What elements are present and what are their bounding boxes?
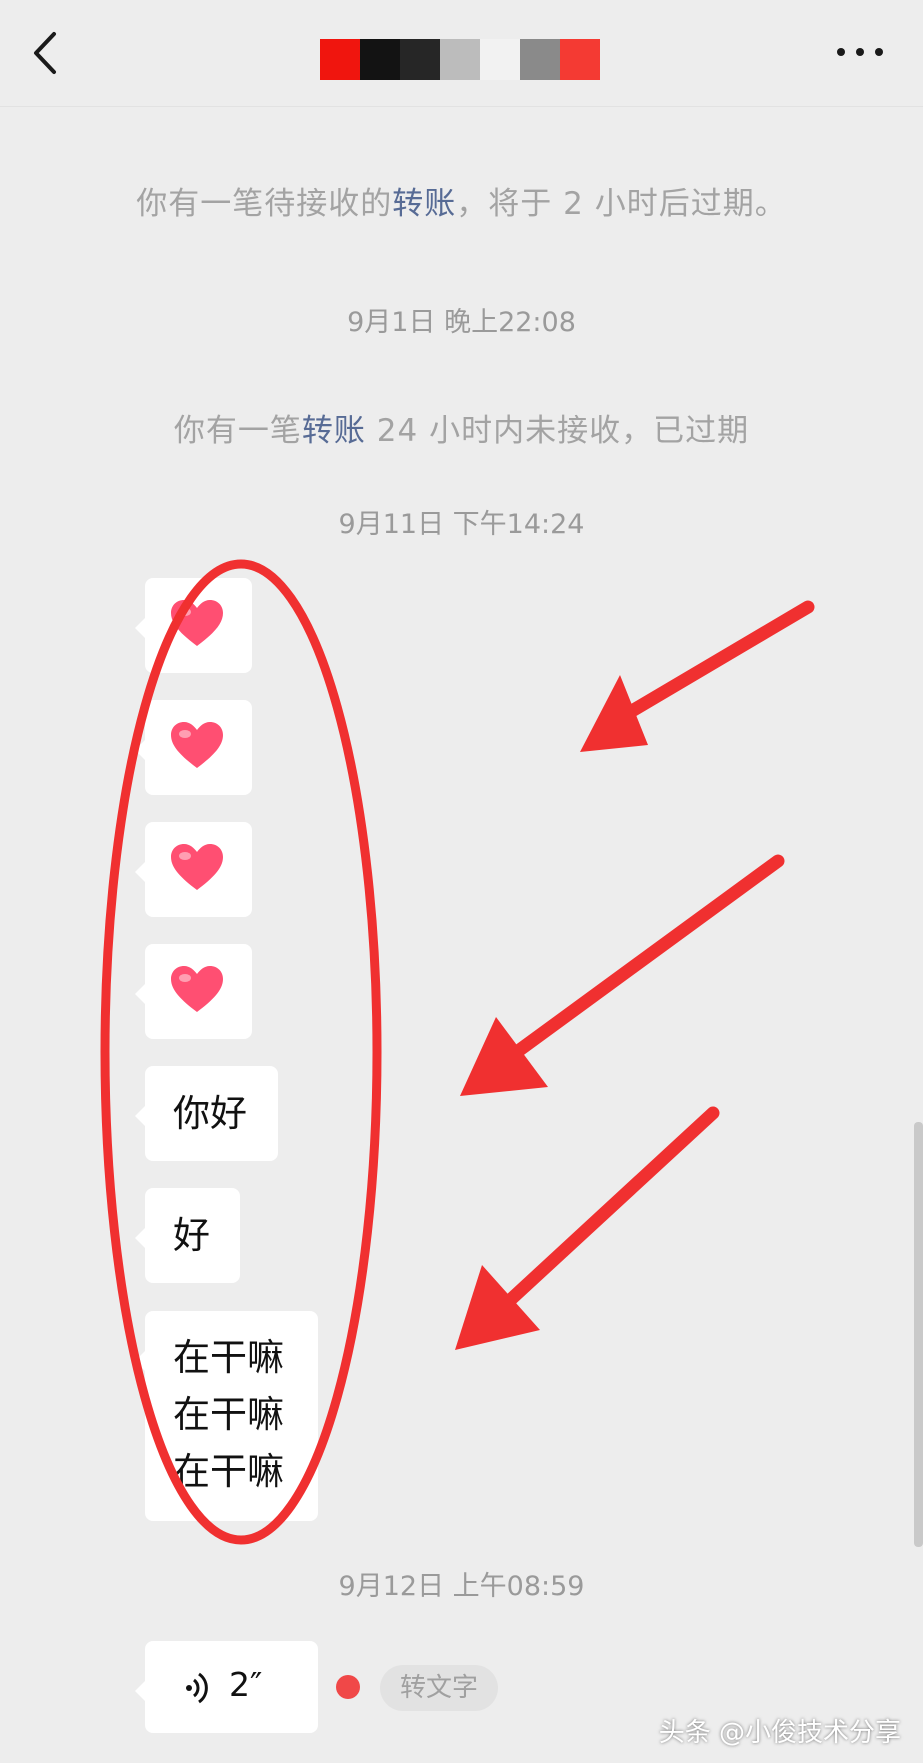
notice-text: 你有一笔待接收的 [136, 186, 393, 222]
timestamp: 9月12日 上午08:59 [338, 1571, 585, 1602]
message-text: 好 [173, 1214, 210, 1257]
scrollbar[interactable] [914, 1122, 923, 1547]
redaction-block [440, 39, 480, 80]
heart-emoji-icon [171, 722, 223, 768]
notice-text: 你有一笔 [173, 413, 302, 449]
message-text: 在干嘛 在干嘛 在干嘛 [173, 1336, 284, 1493]
message-text: 你好 [173, 1092, 247, 1135]
message-bubble-text[interactable]: 你好 [135, 1066, 278, 1161]
annotation-arrow [580, 600, 815, 752]
redacted-contact-name [320, 39, 600, 80]
message-bubble-text[interactable]: 好 [135, 1188, 240, 1283]
message-bubble-text[interactable]: 在干嘛 在干嘛 在干嘛 [135, 1311, 318, 1521]
transfer-link[interactable]: 转账 [302, 413, 366, 449]
message-bubble-emoji[interactable] [135, 822, 252, 917]
message-bubble-emoji[interactable] [135, 578, 252, 673]
ellipsis-icon[interactable] [833, 32, 887, 72]
voice-wave-icon [186, 1672, 208, 1704]
redaction-block [360, 39, 400, 80]
voice-duration: 2″ [229, 1665, 263, 1704]
heart-emoji-icon [171, 600, 223, 646]
message-bubble-emoji[interactable] [135, 700, 252, 795]
redaction-block [320, 39, 360, 80]
heart-emoji-icon [171, 844, 223, 890]
unread-dot [336, 1675, 360, 1699]
heart-emoji-icon [171, 966, 223, 1012]
transfer-expired-notice: 你有一笔转账 24 小时内未接收，已过期 [0, 405, 923, 450]
redaction-block [520, 39, 560, 80]
voice-message-bubble[interactable]: 2″ [135, 1641, 318, 1733]
chat-header [0, 0, 923, 107]
timestamp: 9月1日 晚上22:08 [347, 307, 576, 338]
convert-to-text-button[interactable]: 转文字 [380, 1665, 498, 1711]
redaction-block [560, 39, 600, 80]
chevron-left-icon[interactable] [28, 28, 68, 78]
transfer-link[interactable]: 转账 [392, 186, 456, 222]
transfer-pending-notice: 你有一笔待接收的转账，将于 2 小时后过期。 [0, 178, 923, 223]
timestamp: 9月11日 下午14:24 [338, 509, 585, 540]
notice-text: ，将于 2 小时后过期。 [456, 186, 787, 222]
watermark: 头条 @小俊技术分享 [658, 1718, 901, 1748]
redaction-block [480, 39, 520, 80]
redaction-block [400, 39, 440, 80]
annotation-arrow [460, 854, 785, 1096]
notice-text: 24 小时内未接收，已过期 [365, 413, 750, 449]
message-bubble-emoji[interactable] [135, 944, 252, 1039]
annotation-arrow [455, 1106, 720, 1350]
